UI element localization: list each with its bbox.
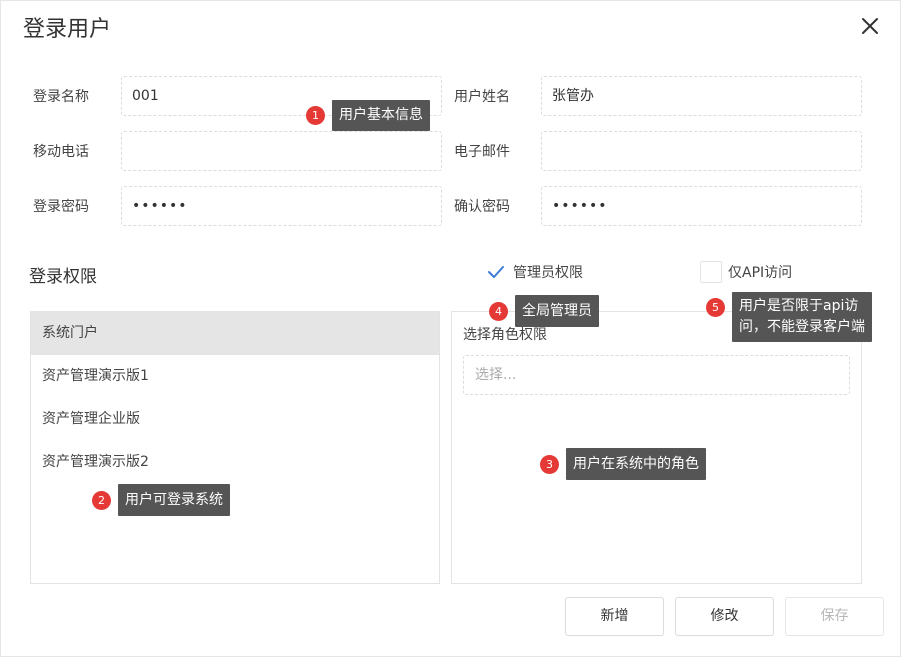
role-select[interactable]: 选择... [463,355,850,395]
confirm-password-input[interactable]: •••••• [541,186,862,226]
dialog-title: 登录用户 [23,17,112,42]
annotation-5-text: 用户是否限于api访 问，不能登录客户端 [732,292,872,342]
close-icon[interactable] [859,15,881,37]
annotation-5: 5 用户是否限于api访 问，不能登录客户端 [706,292,872,342]
annotation-3-badge: 3 [540,454,559,474]
annotation-4-text: 全局管理员 [515,295,599,327]
login-name-label: 登录名称 [33,89,89,105]
api-only-checkbox-label: 仅API访问 [728,265,793,281]
annotation-1-badge: 1 [306,106,325,125]
system-item-asset-demo-1[interactable]: 资产管理演示版1 [31,355,439,398]
annotation-1: 1 用户基本信息 [306,100,430,131]
annotation-2-text: 用户可登录系统 [118,484,230,516]
annotation-3: 3 用户在系统中的角色 [540,448,706,480]
annotation-4-badge: 4 [489,301,508,321]
save-button[interactable]: 保存 [785,597,884,636]
confirm-password-label: 确认密码 [454,199,510,215]
system-item-portal[interactable]: 系统门户 [31,312,439,355]
check-icon [488,266,504,278]
user-name-input[interactable]: 张管办 [541,76,862,116]
admin-checkbox[interactable]: 管理员权限 [485,261,583,283]
annotation-1-text: 用户基本信息 [332,100,430,131]
annotation-5-badge: 5 [706,298,725,317]
annotation-5-line-1: 用户是否限于api访 [739,298,859,314]
email-input[interactable] [541,131,862,171]
password-input[interactable]: •••••• [121,186,442,226]
mobile-label: 移动电话 [33,144,89,160]
annotation-2-badge: 2 [92,490,111,510]
mobile-input[interactable] [121,131,442,171]
system-list: 系统门户 资产管理演示版1 资产管理企业版 资产管理演示版2 [30,311,440,584]
user-name-label: 用户姓名 [454,89,510,105]
permissions-title: 登录权限 [29,267,97,287]
email-label: 电子邮件 [454,144,510,160]
annotation-2: 2 用户可登录系统 [92,484,230,516]
api-only-checkbox-box [700,261,722,283]
password-label: 登录密码 [33,199,89,215]
annotation-5-line-2: 问，不能登录客户端 [739,319,865,335]
system-item-asset-enterprise[interactable]: 资产管理企业版 [31,398,439,441]
add-button[interactable]: 新增 [565,597,664,636]
annotation-4: 4 全局管理员 [489,295,599,327]
api-only-checkbox[interactable]: 仅API访问 [700,261,792,283]
annotation-3-text: 用户在系统中的角色 [566,448,706,480]
edit-button[interactable]: 修改 [675,597,774,636]
system-item-asset-demo-2[interactable]: 资产管理演示版2 [31,441,439,484]
login-user-dialog: 登录用户 登录名称 001 用户姓名 张管办 移动电话 电子邮件 登录密码 ••… [0,0,901,657]
admin-checkbox-label: 管理员权限 [513,265,583,281]
role-label: 选择角色权限 [463,327,547,343]
